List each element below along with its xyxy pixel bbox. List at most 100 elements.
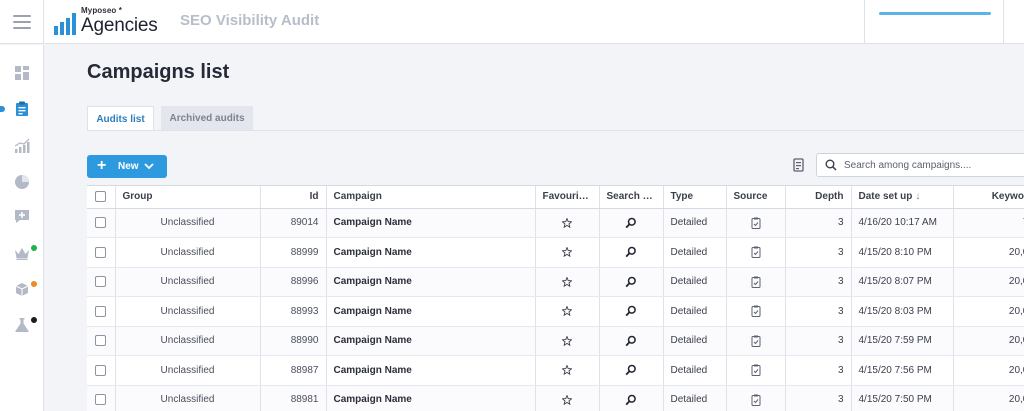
- search-box: [816, 153, 1024, 177]
- sidebar-item-stats[interactable]: [0, 132, 44, 160]
- crown-icon: [15, 248, 29, 260]
- row-checkbox[interactable]: [87, 385, 116, 411]
- search-engine-icon: [599, 208, 664, 238]
- column-header-group[interactable]: Group: [115, 186, 261, 209]
- table-row[interactable]: Unclassified 88996 Campaign Name Detailed 3 4…: [87, 267, 1024, 297]
- cell-type: Detailed: [663, 296, 727, 327]
- sidebar: [0, 45, 44, 411]
- new-button[interactable]: + New: [87, 155, 167, 178]
- cell-type: Detailed: [663, 385, 727, 411]
- column-header-depth[interactable]: Depth: [785, 186, 852, 209]
- cell-id: 88981: [260, 385, 327, 411]
- cell-depth: 3: [785, 385, 852, 411]
- source-clipboard-icon[interactable]: [726, 296, 786, 327]
- source-clipboard-icon[interactable]: [726, 385, 786, 411]
- cell-campaign-name[interactable]: Campaign Name: [326, 267, 536, 297]
- source-clipboard-icon[interactable]: [726, 208, 786, 238]
- cell-campaign-name[interactable]: Campaign Name: [326, 355, 536, 386]
- cell-group: Unclassified: [115, 208, 261, 238]
- cell-group: Unclassified: [115, 326, 261, 356]
- dashboard-icon: [15, 66, 29, 80]
- top-bar: Myposeo * Agencies SEO Visibility Audit: [0, 0, 1024, 44]
- column-header-keywords[interactable]: Keywords: [953, 186, 1024, 209]
- brand-logo[interactable]: Myposeo * Agencies: [54, 4, 164, 40]
- table-row[interactable]: Unclassified 88999 Campaign Name Detailed 3 4…: [87, 237, 1024, 268]
- cell-campaign-name[interactable]: Campaign Name: [326, 326, 536, 356]
- menu-icon[interactable]: [0, 0, 44, 44]
- logo-bars-icon: [54, 13, 76, 35]
- sidebar-item-reports[interactable]: [0, 168, 44, 196]
- row-checkbox[interactable]: [87, 326, 116, 356]
- source-clipboard-icon[interactable]: [726, 326, 786, 356]
- sidebar-item-labs[interactable]: [0, 311, 44, 339]
- row-checkbox[interactable]: [87, 237, 116, 268]
- search-input[interactable]: [844, 157, 1024, 173]
- favourite-star-icon[interactable]: [535, 385, 600, 411]
- cell-depth: 3: [785, 208, 852, 238]
- source-clipboard-icon[interactable]: [726, 355, 786, 386]
- cell-depth: 3: [785, 296, 852, 327]
- clipboard-icon: [16, 101, 28, 116]
- cell-campaign-name[interactable]: Campaign Name: [326, 237, 536, 268]
- table-row[interactable]: Unclassified 88987 Campaign Name Detailed 3 4…: [87, 355, 1024, 386]
- cell-type: Detailed: [663, 267, 727, 297]
- tab-archived-audits[interactable]: Archived audits: [161, 106, 253, 131]
- favourite-star-icon[interactable]: [535, 355, 600, 386]
- cell-keywords: 20,000: [953, 355, 1024, 386]
- row-checkbox[interactable]: [87, 208, 116, 238]
- cell-keywords: 20,000: [953, 326, 1024, 356]
- sidebar-item-audits[interactable]: [0, 95, 44, 123]
- cell-id: 88996: [260, 267, 327, 297]
- row-checkbox[interactable]: [87, 355, 116, 386]
- select-all-checkbox[interactable]: [87, 186, 116, 209]
- cell-depth: 3: [785, 237, 852, 268]
- column-header-campaign[interactable]: Campaign: [326, 186, 536, 209]
- source-clipboard-icon[interactable]: [726, 267, 786, 297]
- page-title: Campaigns list: [87, 61, 230, 83]
- tab-audits-list[interactable]: Audits list: [87, 106, 154, 131]
- cell-date-set-up: 4/16/20 10:17 AM: [851, 208, 954, 238]
- table-row[interactable]: Unclassified 88990 Campaign Name Detailed 3 4…: [87, 326, 1024, 356]
- cell-type: Detailed: [663, 208, 727, 238]
- cell-campaign-name[interactable]: Campaign Name: [326, 385, 536, 411]
- cell-campaign-name[interactable]: Campaign Name: [326, 296, 536, 327]
- cell-id: 89014: [260, 208, 327, 238]
- search-engine-icon: [599, 355, 664, 386]
- cell-depth: 3: [785, 267, 852, 297]
- active-indicator: [0, 106, 5, 112]
- table-row[interactable]: Unclassified 88981 Campaign Name Detailed 3 4…: [87, 385, 1024, 411]
- sidebar-item-messages[interactable]: [0, 202, 44, 230]
- row-checkbox[interactable]: [87, 267, 116, 297]
- favourite-star-icon[interactable]: [535, 267, 600, 297]
- logo-big-text: Agencies: [81, 15, 158, 36]
- sidebar-item-modules[interactable]: [0, 275, 44, 303]
- cell-type: Detailed: [663, 237, 727, 268]
- cell-date-set-up: 4/15/20 8:10 PM: [851, 237, 954, 268]
- chevron-down-icon: [144, 163, 154, 170]
- favourite-star-icon[interactable]: [535, 208, 600, 238]
- column-header-search-engine[interactable]: Search e...: [599, 186, 664, 209]
- favourite-star-icon[interactable]: [535, 326, 600, 356]
- cell-type: Detailed: [663, 355, 727, 386]
- favourite-star-icon[interactable]: [535, 237, 600, 268]
- column-header-date-set-up[interactable]: Date set up ↓: [851, 186, 954, 209]
- column-header-source[interactable]: Source: [726, 186, 786, 209]
- column-header-type[interactable]: Type: [663, 186, 727, 209]
- table-row[interactable]: Unclassified 89014 Campaign Name Detailed 3 4…: [87, 208, 1024, 238]
- app-title: SEO Visibility Audit: [180, 12, 320, 29]
- cell-keywords: 20,000: [953, 267, 1024, 297]
- source-clipboard-icon[interactable]: [726, 237, 786, 268]
- search-icon: [825, 159, 837, 171]
- cell-group: Unclassified: [115, 385, 261, 411]
- favourite-star-icon[interactable]: [535, 296, 600, 327]
- row-checkbox[interactable]: [87, 296, 116, 327]
- sidebar-item-premium[interactable]: [0, 239, 44, 267]
- column-header-favourites[interactable]: Favourites: [535, 186, 600, 209]
- column-header-id[interactable]: Id: [260, 186, 327, 209]
- table-row[interactable]: Unclassified 88993 Campaign Name Detailed 3 4…: [87, 296, 1024, 327]
- logo-small-text: Myposeo *: [81, 6, 122, 15]
- cell-group: Unclassified: [115, 267, 261, 297]
- sidebar-item-dashboard[interactable]: [0, 59, 44, 87]
- cell-campaign-name[interactable]: Campaign Name: [326, 208, 536, 238]
- export-icon[interactable]: [792, 158, 806, 172]
